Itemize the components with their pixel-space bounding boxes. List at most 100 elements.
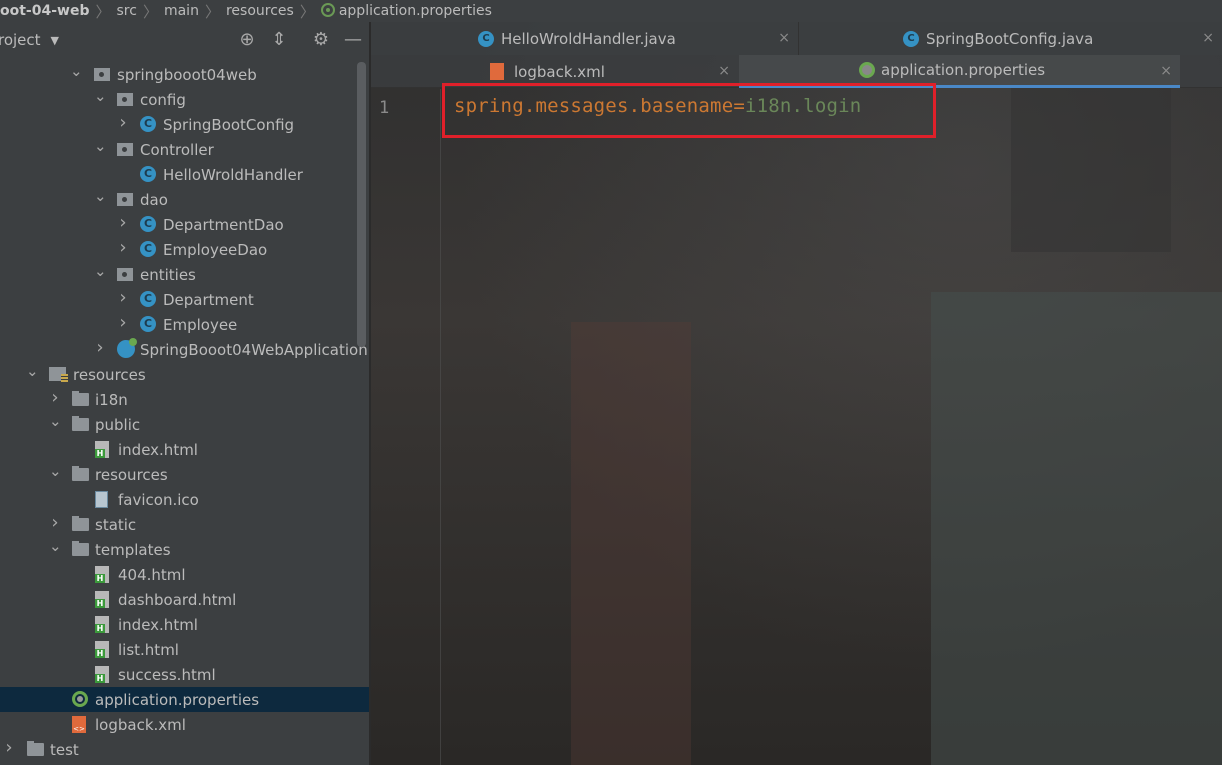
tab-label: SpringBootConfig.java xyxy=(926,29,1094,48)
chevron-right-icon[interactable]: › xyxy=(117,287,129,308)
tab-application-properties[interactable]: application.properties × xyxy=(739,55,1180,88)
chevron-right-icon[interactable]: › xyxy=(49,387,61,408)
tree-item[interactable]: index.html xyxy=(0,437,369,462)
tree-item[interactable]: › test xyxy=(0,737,369,762)
chevron-down-icon[interactable]: ▼ xyxy=(51,34,59,47)
breadcrumb-src[interactable]: src xyxy=(111,3,143,19)
tree-item[interactable]: application.properties xyxy=(0,687,369,712)
chevron-right-icon[interactable]: › xyxy=(117,237,129,258)
background-building xyxy=(571,322,691,765)
tab-springbootconfig[interactable]: C SpringBootConfig.java × xyxy=(800,22,1222,55)
tree-item[interactable]: ⌄ springbooot04web xyxy=(0,62,369,87)
line-number: 1 xyxy=(379,98,390,118)
tree-item[interactable]: logback.xml xyxy=(0,712,369,737)
chevron-down-icon[interactable]: ⌄ xyxy=(94,262,107,280)
chevron-right-icon[interactable]: › xyxy=(117,212,129,233)
tree-item[interactable]: › SpringBooot04WebApplication xyxy=(0,337,369,362)
tree-item-label: Department xyxy=(163,290,254,309)
tree-item-label: index.html xyxy=(118,615,198,634)
hide-icon[interactable]: — xyxy=(343,30,363,50)
spring-boot-class-icon xyxy=(117,338,137,358)
properties-file-icon xyxy=(859,62,875,78)
chevron-right-icon[interactable]: › xyxy=(117,112,129,133)
chevron-down-icon[interactable]: ⌄ xyxy=(94,87,107,105)
tree-item[interactable]: ⌄ config xyxy=(0,87,369,112)
chevron-down-icon[interactable]: ⌄ xyxy=(49,462,62,480)
tree-item-label: resources xyxy=(73,365,146,384)
editor-area: C HelloWroldHandler.java × C SpringBootC… xyxy=(371,22,1222,765)
class-icon: C xyxy=(140,291,156,307)
breadcrumb-resources[interactable]: resources xyxy=(220,3,300,19)
chevron-right-icon[interactable]: › xyxy=(94,337,106,358)
tree-item-label: config xyxy=(140,90,186,109)
close-icon[interactable]: × xyxy=(1160,63,1172,79)
tree-item-label: test xyxy=(50,740,79,759)
tree-item[interactable]: ⌄ templates xyxy=(0,537,369,562)
tab-logback[interactable]: logback.xml × xyxy=(371,55,738,88)
background-building xyxy=(931,292,1222,765)
folder-icon xyxy=(72,416,89,431)
class-icon: C xyxy=(140,316,156,332)
chevron-down-icon[interactable]: ⌄ xyxy=(70,62,83,80)
html-file-icon xyxy=(95,641,109,658)
tree-item-label: SpringBootConfig xyxy=(163,115,295,134)
collapse-all-icon[interactable]: ⇕ xyxy=(269,30,289,50)
tree-item[interactable]: list.html xyxy=(0,637,369,662)
tree-item[interactable]: › C EmployeeDao xyxy=(0,237,369,262)
chevron-right-icon[interactable]: › xyxy=(49,512,61,533)
breadcrumb-main[interactable]: main xyxy=(158,3,205,19)
class-icon: C xyxy=(140,241,156,257)
gear-icon[interactable]: ⚙ xyxy=(311,30,331,50)
class-icon: C xyxy=(140,216,156,232)
breadcrumb: oot-04-web 〉 src 〉 main 〉 resources 〉 ap… xyxy=(0,0,1222,22)
tree-scrollbar[interactable] xyxy=(357,62,366,347)
tree-item[interactable]: 404.html xyxy=(0,562,369,587)
tree-item[interactable]: › i18n xyxy=(0,387,369,412)
chevron-down-icon[interactable]: ⌄ xyxy=(94,137,107,155)
tree-item[interactable]: ⌄ resources xyxy=(0,462,369,487)
tree-item-label: application.properties xyxy=(95,690,260,709)
tree-item[interactable]: ⌄ entities xyxy=(0,262,369,287)
chevron-down-icon[interactable]: ⌄ xyxy=(94,187,107,205)
html-file-icon xyxy=(95,616,109,633)
chevron-down-icon[interactable]: ⌄ xyxy=(49,537,62,555)
properties-file-icon xyxy=(320,3,335,17)
chevron-right-icon[interactable]: › xyxy=(3,737,15,758)
close-icon[interactable]: × xyxy=(718,63,730,79)
tree-item[interactable]: › C DepartmentDao xyxy=(0,212,369,237)
close-icon[interactable]: × xyxy=(1202,30,1214,46)
breadcrumb-project[interactable]: oot-04-web xyxy=(0,3,95,19)
tree-item[interactable]: ⌄ Controller xyxy=(0,137,369,162)
chevron-right-icon[interactable]: › xyxy=(117,312,129,333)
code-line[interactable]: spring.messages.basename=i18n.login xyxy=(454,95,861,117)
breadcrumb-current-file[interactable]: application.properties xyxy=(315,3,498,19)
tree-item-label: static xyxy=(95,515,137,534)
tree-item[interactable]: C HelloWroldHandler xyxy=(0,162,369,187)
tree-item[interactable]: › static xyxy=(0,512,369,537)
tree-item[interactable]: favicon.ico xyxy=(0,487,369,512)
tree-item[interactable]: › C Department xyxy=(0,287,369,312)
tree-item[interactable]: › C SpringBootConfig xyxy=(0,112,369,137)
chevron-down-icon[interactable]: ⌄ xyxy=(26,362,39,380)
breadcrumb-separator: 〉 xyxy=(95,2,111,21)
editor-tab-row-1: C HelloWroldHandler.java × C SpringBootC… xyxy=(371,22,1222,55)
editor-tab-row-2: logback.xml × application.properties × xyxy=(371,55,1222,88)
package-icon xyxy=(94,68,110,81)
tree-item[interactable]: success.html xyxy=(0,662,369,687)
tree-item[interactable]: index.html xyxy=(0,612,369,637)
tab-hellowroldhandler[interactable]: C HelloWroldHandler.java × xyxy=(371,22,799,55)
tree-item[interactable]: dashboard.html xyxy=(0,587,369,612)
chevron-down-icon[interactable]: ⌄ xyxy=(49,412,62,430)
tree-item[interactable]: ⌄ dao xyxy=(0,187,369,212)
locate-icon[interactable]: ⊕ xyxy=(237,30,257,50)
tree-item[interactable]: ⌄ resources xyxy=(0,362,369,387)
tree-item-label: 404.html xyxy=(118,565,186,584)
project-panel: roject ▼ ⊕ ⇕ ⚙ — ⌄ springbooot04web ⌄ confi… xyxy=(0,22,370,765)
breadcrumb-separator: 〉 xyxy=(142,2,158,21)
tree-item[interactable]: › C Employee xyxy=(0,312,369,337)
close-icon[interactable]: × xyxy=(778,30,790,46)
project-panel-title[interactable]: roject xyxy=(0,31,41,49)
tree-item-label: dao xyxy=(140,190,168,209)
breadcrumb-separator: 〉 xyxy=(204,2,220,21)
tree-item[interactable]: ⌄ public xyxy=(0,412,369,437)
